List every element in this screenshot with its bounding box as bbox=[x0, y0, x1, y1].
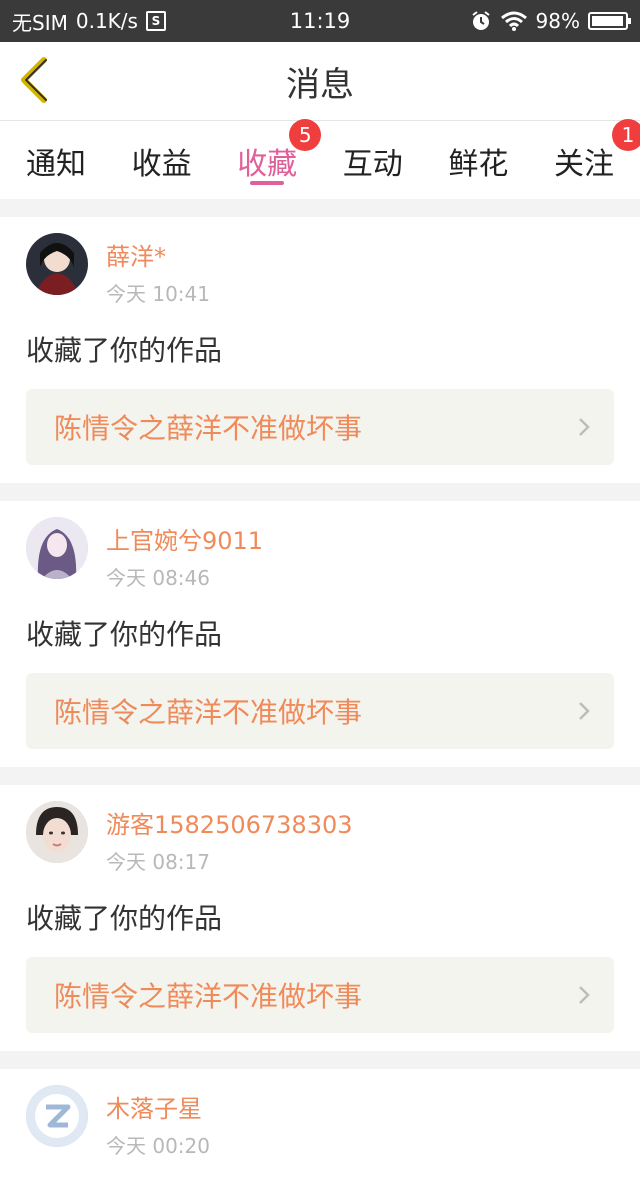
action-text: 收藏了你的作品 bbox=[26, 618, 223, 651]
work-title: 陈情令之薛洋不准做坏事 bbox=[54, 696, 363, 729]
tab-follow[interactable]: 关注 1 bbox=[553, 119, 640, 183]
message-card: 薛洋* 今天 10:41 收藏了你的作品 陈情令之薛洋不准做坏事 bbox=[0, 217, 640, 483]
sim-icon: S bbox=[145, 11, 166, 31]
wifi-icon bbox=[500, 11, 527, 31]
user-meta: 上官婉兮9011 今天 08:46 bbox=[106, 517, 263, 591]
action-text: 收藏了你的作品 bbox=[26, 334, 223, 367]
unread-badge: 5 bbox=[289, 119, 322, 151]
unread-badge: 1 bbox=[611, 119, 640, 151]
chevron-left-icon[interactable] bbox=[16, 56, 52, 104]
tab-label: 收藏 bbox=[237, 147, 298, 182]
active-tab-indicator bbox=[250, 181, 285, 185]
user-row: 薛洋* 今天 10:41 bbox=[26, 233, 614, 307]
timestamp: 今天 08:17 bbox=[106, 850, 210, 874]
work-link[interactable]: 陈情令之薛洋不准做坏事 bbox=[26, 673, 614, 749]
user-row: 木落子星 今天 00:20 bbox=[26, 1085, 614, 1159]
user-name[interactable]: 木落子星 bbox=[106, 1089, 210, 1124]
tab-label: 通知 bbox=[26, 147, 86, 182]
message-list: 薛洋* 今天 10:41 收藏了你的作品 陈情令之薛洋不准做坏事 上官婉兮901… bbox=[0, 217, 640, 1189]
status-right: 98% bbox=[470, 9, 631, 33]
tab-label: 收益 bbox=[131, 147, 192, 182]
tab-label: 互动 bbox=[342, 147, 403, 182]
user-name[interactable]: 上官婉兮9011 bbox=[106, 521, 263, 556]
alarm-icon bbox=[471, 11, 490, 30]
network-speed: 0.1K/s bbox=[75, 9, 138, 33]
user-name[interactable]: 游客1582506738303 bbox=[106, 805, 353, 840]
work-link[interactable]: 陈情令之薛洋不准做坏事 bbox=[26, 389, 614, 465]
tab-earnings[interactable]: 收益 bbox=[132, 121, 192, 183]
work-title: 陈情令之薛洋不准做坏事 bbox=[54, 980, 363, 1013]
status-bar: 无SIM 0.1K/s S 11:19 98% bbox=[0, 0, 640, 42]
user-meta: 木落子星 今天 00:20 bbox=[106, 1085, 210, 1159]
message-card: 上官婉兮9011 今天 08:46 收藏了你的作品 陈情令之薛洋不准做坏事 bbox=[0, 501, 640, 767]
tab-label: 关注 bbox=[553, 147, 614, 182]
message-card: 游客1582506738303 今天 08:17 收藏了你的作品 陈情令之薛洋不… bbox=[0, 785, 640, 1051]
user-row: 上官婉兮9011 今天 08:46 bbox=[26, 517, 614, 591]
work-link[interactable]: 陈情令之薛洋不准做坏事 bbox=[26, 957, 614, 1033]
battery-fill bbox=[592, 16, 624, 26]
message-card: 木落子星 今天 00:20 bbox=[0, 1069, 640, 1189]
battery-icon bbox=[588, 12, 631, 30]
status-left: 无SIM 0.1K/s S bbox=[12, 7, 166, 36]
tab-bar: 通知 收益 收藏 5 互动 鲜花 关注 1 bbox=[0, 119, 640, 199]
timestamp: 今天 08:46 bbox=[106, 566, 210, 590]
chevron-right-icon bbox=[579, 986, 590, 1004]
user-name[interactable]: 薛洋* bbox=[106, 237, 210, 272]
tab-flowers[interactable]: 鲜花 bbox=[448, 121, 508, 183]
tab-label: 鲜花 bbox=[448, 147, 509, 182]
battery-percent: 98% bbox=[535, 9, 580, 33]
top-bar: 消息 bbox=[0, 42, 640, 121]
chevron-right-icon bbox=[579, 418, 590, 436]
action-text: 收藏了你的作品 bbox=[26, 902, 223, 935]
timestamp: 今天 00:20 bbox=[106, 1134, 210, 1158]
carrier-text: 无SIM bbox=[12, 10, 68, 35]
tab-notice[interactable]: 通知 bbox=[26, 121, 86, 183]
work-title: 陈情令之薛洋不准做坏事 bbox=[54, 412, 363, 445]
chevron-right-icon bbox=[579, 702, 590, 720]
tab-favorites[interactable]: 收藏 5 bbox=[237, 119, 322, 185]
user-meta: 游客1582506738303 今天 08:17 bbox=[106, 801, 353, 875]
avatar[interactable] bbox=[26, 233, 88, 295]
avatar[interactable] bbox=[26, 801, 88, 863]
page-title: 消息 bbox=[286, 64, 354, 105]
avatar[interactable] bbox=[26, 517, 88, 579]
user-meta: 薛洋* 今天 10:41 bbox=[106, 233, 210, 307]
user-row: 游客1582506738303 今天 08:17 bbox=[26, 801, 614, 875]
timestamp: 今天 10:41 bbox=[106, 282, 210, 306]
tab-interaction[interactable]: 互动 bbox=[343, 121, 403, 183]
